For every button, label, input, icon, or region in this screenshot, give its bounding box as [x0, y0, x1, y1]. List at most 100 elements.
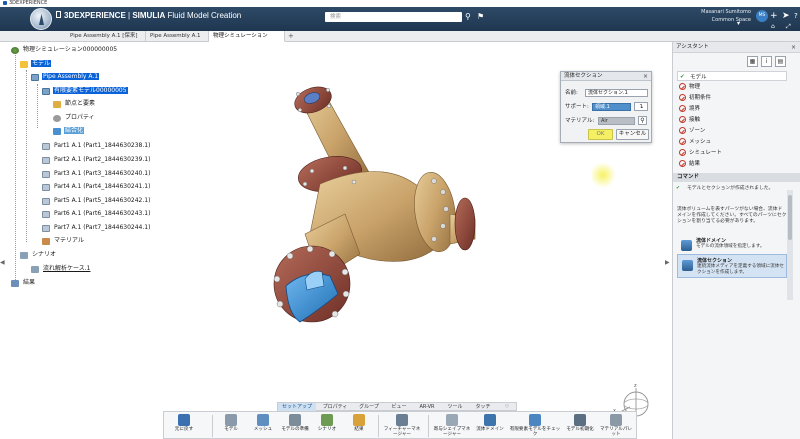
tree-item-results[interactable]: 結果: [11, 278, 36, 288]
dialog-title: 流体セクション ×: [561, 72, 651, 81]
check-icon: ✔: [680, 74, 685, 80]
tree-guide: [37, 84, 38, 128]
window-titlebar: 3DEXPERIENCE: [0, 0, 800, 7]
mesh-button[interactable]: メッシュ: [247, 413, 279, 439]
tree-item-fluid-model[interactable]: 有限要素モデル00000005: [42, 86, 128, 96]
section-tab-view[interactable]: ビュー: [386, 403, 412, 411]
name-label: 名前:: [565, 90, 578, 96]
section-tab-tools[interactable]: ツール: [442, 403, 468, 411]
ok-button[interactable]: OK: [588, 129, 613, 140]
model-button[interactable]: モデル: [215, 413, 247, 439]
properties-icon: [53, 114, 61, 122]
results-button[interactable]: 結果: [343, 413, 375, 439]
collab-space[interactable]: Common Space: [699, 17, 751, 24]
undo-icon: [178, 414, 190, 426]
card-fluid-section[interactable]: 流体セクション 連続流体メディアを定義する領域に流体セクションを作成します。: [677, 254, 787, 278]
tree-item-case[interactable]: 流れ解析ケース.1: [31, 264, 91, 274]
assembly-icon: [31, 73, 39, 81]
select-dropdown-icon[interactable]: ↴: [634, 102, 648, 111]
tab-pipe-assembly-saved[interactable]: Pipe Assembly A.1 [保来]: [66, 31, 146, 42]
tree-item-part1[interactable]: Part1 A.1 (Part1_1844630238.1): [42, 141, 151, 151]
help-icon[interactable]: ?: [794, 11, 798, 21]
close-icon[interactable]: ×: [643, 72, 648, 81]
compass-button[interactable]: [30, 8, 52, 30]
name-field[interactable]: 流体セクション.1: [585, 89, 648, 97]
feature-manager-button[interactable]: フィーチャーマネージャー: [382, 413, 422, 439]
step-boundary[interactable]: 境界: [677, 104, 787, 114]
tree-item-material[interactable]: マテリアル: [42, 236, 85, 246]
chevron-down-icon[interactable]: ▾: [737, 19, 740, 29]
status-message: ✔ モデルとセクションが作成されました。: [676, 186, 774, 191]
section-tab-ar-vr[interactable]: AR-VR: [414, 403, 440, 411]
tree-item-part3[interactable]: Part3 A.1 (Part3_1844630240.1): [42, 169, 151, 179]
tree-item-scenario[interactable]: シナリオ: [20, 250, 57, 260]
tree-item-part2[interactable]: Part2 A.1 (Part2_1844630239.1): [42, 155, 151, 165]
part-icon: [42, 183, 50, 191]
check-fem-button[interactable]: 有限要素モデルをチェック: [508, 413, 562, 439]
fluid-domain-button[interactable]: 流体ドメイン: [472, 413, 508, 439]
results-icon: [353, 414, 365, 426]
step-mesh[interactable]: メッシュ: [677, 137, 787, 147]
section-tab-setup[interactable]: セットアップ: [278, 403, 316, 411]
collapse-right-icon[interactable]: ▶: [665, 259, 670, 269]
tree-item-pipe-assembly[interactable]: Pipe Assembly A.1: [31, 72, 100, 82]
model-prep-icon: [289, 414, 301, 426]
collapse-left-icon[interactable]: ◀: [0, 259, 5, 269]
support-field[interactable]: 領域.1: [592, 103, 631, 111]
part-icon: [42, 142, 50, 150]
assistant-scrollbar[interactable]: [787, 190, 793, 300]
document-tabs: Pipe Assembly A.1 [保来] Pipe Assembly A.1…: [0, 31, 800, 50]
tree-root[interactable]: 物理シミュレーション000000005: [11, 45, 118, 55]
close-icon[interactable]: ×: [791, 42, 796, 53]
step-initial-conditions[interactable]: 初期条件: [677, 93, 787, 103]
plus-icon[interactable]: +: [770, 11, 778, 21]
tree-item-properties[interactable]: プロパティ: [53, 113, 96, 123]
step-contact[interactable]: 接触: [677, 115, 787, 125]
share-icon[interactable]: ➤: [782, 11, 790, 21]
search-icon[interactable]: ⚲: [465, 12, 474, 21]
document-icon[interactable]: ▤: [775, 56, 786, 67]
step-physics[interactable]: 物理: [677, 82, 787, 92]
step-model[interactable]: ✔ モデル: [677, 71, 787, 81]
section-tab-group[interactable]: グループ: [354, 403, 384, 411]
model-prep-button[interactable]: モデルの準備: [279, 413, 311, 439]
tree-item-model[interactable]: モデル: [20, 59, 52, 69]
search-icon[interactable]: ⚲: [638, 116, 647, 125]
scenario-button[interactable]: シナリオ: [311, 413, 343, 439]
tree-item-part7[interactable]: Part7 A.1 (Part7_1844630244.1): [42, 223, 151, 233]
material-field[interactable]: Air: [598, 117, 635, 125]
feature-manager-icon: [396, 414, 408, 426]
shape-manager-button[interactable]: 寄与シェイプマネージャー: [432, 413, 472, 439]
simulation-icon: [11, 46, 19, 54]
pipe-assembly-model[interactable]: [250, 64, 510, 344]
new-tab-icon[interactable]: +: [288, 31, 294, 42]
grid-view-icon[interactable]: ▦: [747, 56, 758, 67]
avatar[interactable]: MS: [756, 10, 768, 22]
model-init-icon: [574, 414, 586, 426]
user-name[interactable]: Masanari Sumitomo: [699, 9, 751, 16]
action-bar: 元に戻す モデル メッシュ モデルの準備 シナリオ 結果 フィーチャーマネージャ…: [163, 411, 637, 439]
favorite-icon[interactable]: ♡: [500, 403, 514, 411]
tag-icon[interactable]: ⚑: [477, 12, 484, 21]
tree-item-part4[interactable]: Part4 A.1 (Part4_1844630241.1): [42, 182, 151, 192]
material-palette-button[interactable]: マテリアルパレット: [598, 413, 634, 439]
tab-pipe-assembly[interactable]: Pipe Assembly A.1: [146, 31, 209, 42]
tree-item-mesh[interactable]: 結合化: [53, 126, 85, 136]
not-done-icon: [679, 83, 686, 90]
info-icon[interactable]: i: [761, 56, 772, 67]
undo-button[interactable]: 元に戻す: [166, 413, 202, 439]
cancel-button[interactable]: キャンセル: [616, 129, 649, 140]
section-tab-touch[interactable]: タッチ: [470, 403, 496, 411]
step-results[interactable]: 結果: [677, 159, 787, 169]
tree-item-nodes[interactable]: 節点と要素: [53, 99, 96, 109]
tab-physics-simulation[interactable]: 物理シミュレーション00000×: [209, 31, 285, 50]
fluid-domain-icon: [681, 240, 692, 251]
section-tab-property[interactable]: プロパティ: [318, 403, 352, 411]
model-init-button[interactable]: モデル初期化: [562, 413, 598, 439]
search-input[interactable]: 検索: [325, 12, 462, 22]
step-simulate[interactable]: シミュレート: [677, 148, 787, 158]
tree-item-part6[interactable]: Part6 A.1 (Part6_1844630243.1): [42, 209, 151, 219]
step-zone[interactable]: ゾーン: [677, 126, 787, 136]
shape-manager-icon: [446, 414, 458, 426]
tree-item-part5[interactable]: Part5 A.1 (Part5_1844630242.1): [42, 196, 151, 206]
